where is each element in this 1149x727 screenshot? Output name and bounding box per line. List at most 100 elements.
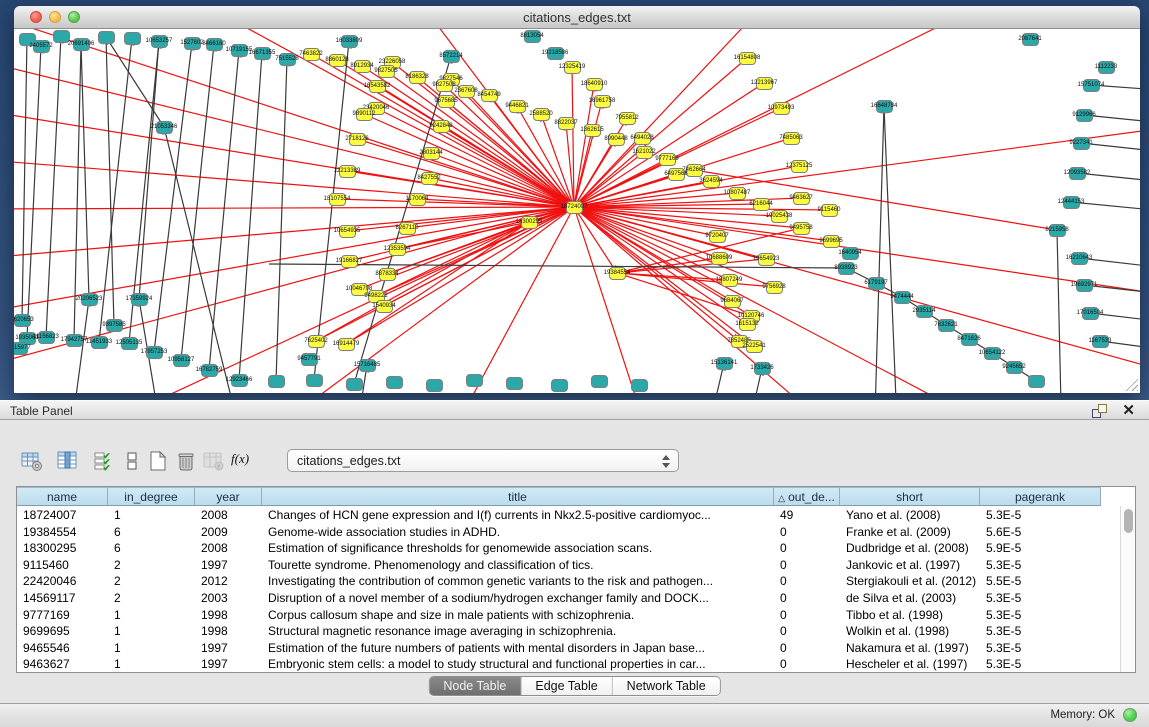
- tab-network-table[interactable]: Network Table: [613, 677, 720, 695]
- delete-column-icon[interactable]: x: [201, 448, 227, 474]
- graph-node-selected[interactable]: 7955812: [619, 112, 636, 125]
- graph-node-selected[interactable]: 9446821: [509, 100, 526, 113]
- tab-node-table[interactable]: Node Table: [429, 677, 521, 695]
- graph-node[interactable]: 9474444: [894, 291, 911, 304]
- graph-node-selected[interactable]: 12353594: [389, 243, 406, 256]
- graph-node[interactable]: 9129966: [1076, 109, 1093, 122]
- graph-node[interactable]: 11156823: [38, 331, 55, 344]
- graph-node-selected[interactable]: 6497568: [668, 168, 685, 181]
- graph-node-selected[interactable]: 12213389: [339, 165, 356, 178]
- graph-node-selected[interactable]: 18107554: [329, 193, 346, 206]
- close-panel-icon[interactable]: ✕: [1122, 403, 1135, 419]
- graph-node[interactable]: 9457791: [301, 353, 318, 366]
- graph-node[interactable]: 12505135: [121, 337, 138, 350]
- graph-node-selected[interactable]: 19654923: [758, 253, 775, 266]
- graph-node[interactable]: 17359924: [131, 293, 148, 306]
- graph-node-selected[interactable]: 18640910: [586, 78, 603, 91]
- graph-node-selected[interactable]: 6216044: [753, 198, 770, 211]
- column-header-short[interactable]: short: [840, 487, 980, 506]
- graph-node[interactable]: 1733426: [754, 362, 771, 375]
- graph-node[interactable]: [466, 374, 483, 387]
- graph-node[interactable]: 2087641: [1022, 33, 1039, 46]
- graph-node[interactable]: 20206523: [81, 293, 98, 306]
- window-titlebar[interactable]: citations_edges.txt: [14, 6, 1140, 29]
- graph-node[interactable]: 9245652: [1006, 361, 1023, 374]
- graph-node[interactable]: [426, 379, 443, 392]
- graph-node-selected[interactable]: 10807487: [729, 187, 746, 200]
- graph-node[interactable]: 20691406: [73, 38, 90, 51]
- graph-node[interactable]: 2935114: [916, 305, 933, 318]
- graph-node[interactable]: 9315977: [14, 342, 28, 355]
- graph-node[interactable]: 7515528: [279, 53, 296, 66]
- graph-node[interactable]: 2620653: [14, 314, 31, 327]
- graph-node[interactable]: 16671355: [254, 47, 271, 60]
- graph-node[interactable]: [98, 31, 115, 44]
- graph-node[interactable]: 8938923: [838, 262, 855, 275]
- function-builder-icon[interactable]: f(x): [229, 448, 255, 474]
- column-header-pagerank[interactable]: pagerank: [980, 487, 1101, 506]
- graph-node[interactable]: 1527602: [184, 37, 201, 50]
- graph-node-selected[interactable]: 10973493: [773, 102, 790, 115]
- graph-node[interactable]: [124, 32, 141, 45]
- graph-node[interactable]: 16782759: [201, 364, 218, 377]
- graph-node-selected[interactable]: 1615132: [739, 318, 756, 331]
- graph-node-selected[interactable]: 16914479: [338, 338, 355, 351]
- graph-node-selected[interactable]: 9684067: [724, 295, 741, 308]
- column-header-in_degree[interactable]: in_degree: [108, 487, 195, 506]
- graph-node-selected[interactable]: 9777169: [659, 153, 676, 166]
- graph-node[interactable]: 19218586: [547, 47, 564, 60]
- graph-node-selected[interactable]: 18724007: [566, 201, 583, 214]
- graph-node[interactable]: 10653257: [151, 35, 168, 48]
- column-header-title[interactable]: title: [262, 487, 774, 506]
- graph-node-selected[interactable]: 10025438: [771, 210, 788, 223]
- graph-node[interactable]: 10654122: [984, 347, 1001, 360]
- graph-node-selected[interactable]: 8990448: [608, 133, 625, 146]
- table-row[interactable]: 1938455462009Genome-wide association stu…: [17, 524, 1121, 541]
- graph-node[interactable]: 9397585: [106, 319, 123, 332]
- graph-node-selected[interactable]: 1621022: [636, 146, 653, 159]
- graph-node[interactable]: [268, 375, 285, 388]
- graph-node-selected[interactable]: 16961758: [594, 95, 611, 108]
- column-visibility-icon[interactable]: [55, 448, 81, 474]
- graph-node[interactable]: 7632621: [938, 319, 955, 332]
- graph-node[interactable]: [506, 377, 523, 390]
- graph-node[interactable]: 10719155: [231, 44, 248, 57]
- graph-node[interactable]: 1640954: [842, 247, 859, 260]
- graph-node[interactable]: [551, 379, 568, 392]
- graph-node-selected[interactable]: 8860128: [329, 54, 346, 67]
- network-canvas[interactable]: 1872400774638228860128891293423226058982…: [14, 29, 1140, 393]
- graph-node-selected[interactable]: 9827508: [436, 79, 453, 92]
- graph-node-selected[interactable]: 1170064: [409, 193, 426, 206]
- graph-node-selected[interactable]: 9827505: [378, 65, 395, 78]
- graph-node[interactable]: 17016504: [1082, 307, 1099, 320]
- new-table-icon[interactable]: [145, 448, 171, 474]
- graph-node-selected[interactable]: 12213967: [756, 77, 773, 90]
- row-height-icon[interactable]: [120, 448, 146, 474]
- table-row[interactable]: 1830029562008Estimation of significance …: [17, 540, 1121, 557]
- graph-node[interactable]: [1028, 375, 1045, 388]
- graph-node[interactable]: 15751074: [1083, 79, 1100, 92]
- float-panel-icon[interactable]: [1092, 404, 1107, 418]
- graph-node-selected[interactable]: 8267110: [399, 222, 416, 235]
- graph-node[interactable]: 8215958: [1049, 224, 1066, 237]
- graph-node-selected[interactable]: 16154808: [739, 52, 756, 65]
- graph-node[interactable]: 8572214: [443, 50, 460, 63]
- table-settings-icon[interactable]: [19, 448, 45, 474]
- graph-node-selected[interactable]: 6494028: [634, 132, 651, 145]
- graph-node-selected[interactable]: 9699695: [823, 235, 840, 248]
- graph-node-selected[interactable]: 7463822: [303, 48, 320, 61]
- graph-node[interactable]: [346, 378, 363, 391]
- graph-node-selected[interactable]: 8454749: [481, 89, 498, 102]
- graph-node[interactable]: 16210643: [1071, 252, 1088, 265]
- graph-node[interactable]: 12093582: [1069, 167, 1086, 180]
- graph-node-selected[interactable]: 9890112: [356, 108, 373, 121]
- graph-node-selected[interactable]: 7462664: [686, 164, 703, 177]
- graph-node[interactable]: [591, 375, 608, 388]
- graph-node-selected[interactable]: 2803144: [423, 147, 440, 160]
- graph-node[interactable]: 6179197: [868, 277, 885, 290]
- graph-node-selected[interactable]: 8912934: [354, 60, 371, 73]
- table-row[interactable]: 1456911722003Disruption of a novel membe…: [17, 590, 1121, 607]
- column-header-year[interactable]: year: [195, 487, 262, 506]
- graph-node[interactable]: 2405572: [33, 40, 50, 53]
- table-row[interactable]: 1872400712008Changes of HCN gene express…: [17, 507, 1121, 524]
